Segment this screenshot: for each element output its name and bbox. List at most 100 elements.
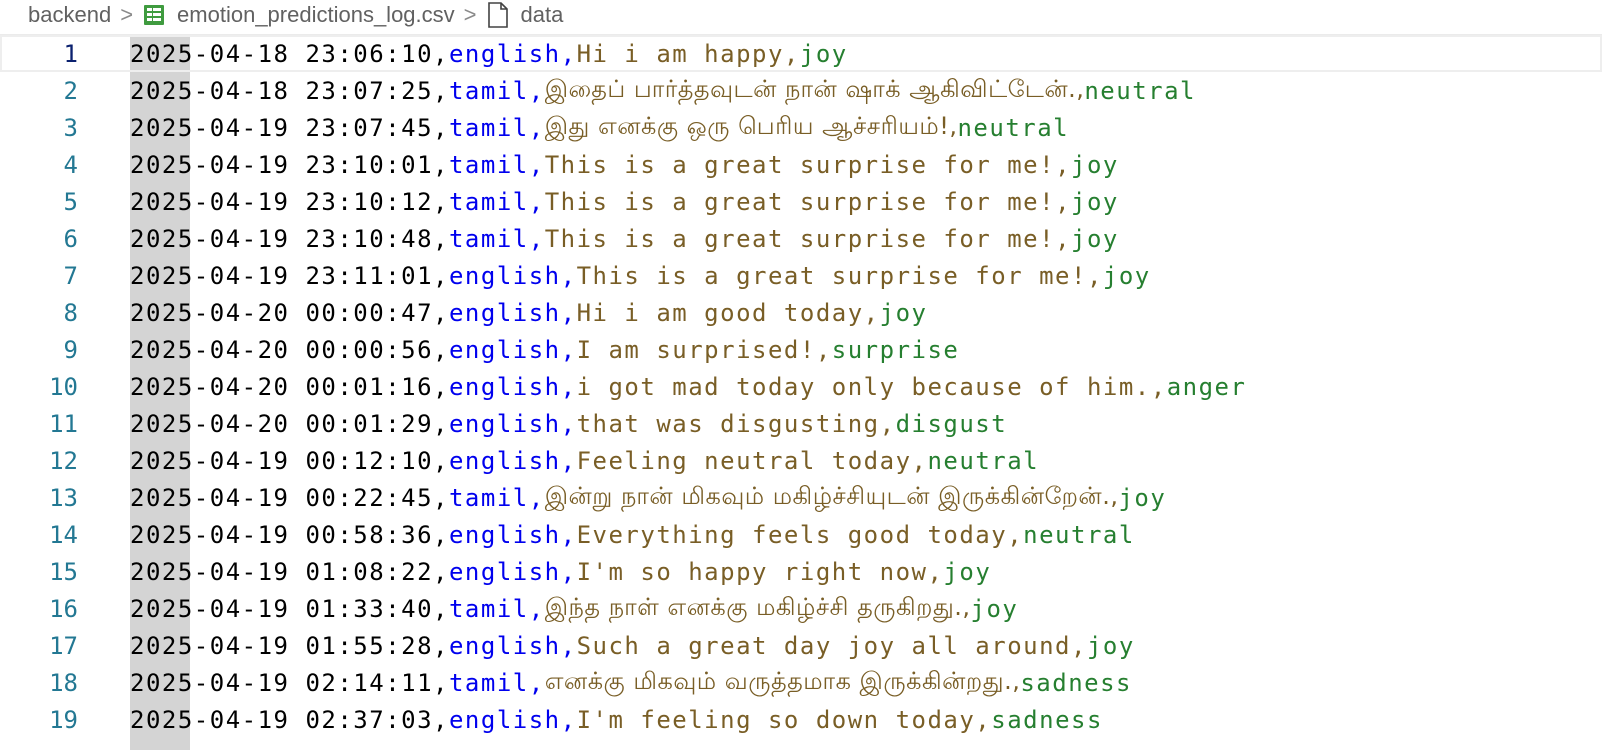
cell-text: This is a great surprise for me!, bbox=[544, 224, 1072, 253]
line-number: 19 bbox=[49, 705, 78, 734]
cell-language: tamil, bbox=[448, 668, 545, 697]
cell-language: english, bbox=[448, 335, 577, 364]
cell-language: tamil, bbox=[448, 113, 545, 142]
cell-emotion: joy bbox=[1102, 261, 1151, 290]
line-number: 2 bbox=[63, 76, 78, 105]
cell-language: english, bbox=[448, 631, 577, 660]
cell-language: tamil, bbox=[448, 594, 545, 623]
line-number: 17 bbox=[49, 631, 78, 660]
cell-timestamp: 2025-04-18 23:07:25, bbox=[130, 76, 449, 105]
line-number: 18 bbox=[49, 668, 78, 697]
line-number: 16 bbox=[49, 594, 78, 623]
line-number: 3 bbox=[63, 113, 78, 142]
line-number: 1 bbox=[63, 39, 78, 68]
cell-language: tamil, bbox=[448, 76, 545, 105]
editor-line[interactable]: 12 2025-04-19 00:12:10, english, Feeling n… bbox=[0, 442, 1602, 479]
cell-text: Hi i am good today, bbox=[576, 298, 880, 327]
cell-text: Everything feels good today, bbox=[576, 520, 1024, 549]
cell-text: This is a great surprise for me!, bbox=[544, 187, 1072, 216]
cell-emotion: joy bbox=[970, 594, 1019, 623]
line-number: 4 bbox=[63, 150, 78, 179]
cell-text: I'm so happy right now, bbox=[576, 557, 944, 586]
cell-emotion: joy bbox=[1086, 631, 1135, 660]
cell-emotion: anger bbox=[1166, 372, 1247, 401]
cell-emotion: joy bbox=[1071, 224, 1119, 253]
cell-emotion: neutral bbox=[957, 113, 1070, 142]
editor-line[interactable]: 19 2025-04-19 02:37:03, english, I'm feeli… bbox=[0, 701, 1602, 738]
line-number: 7 bbox=[63, 261, 78, 290]
editor-line[interactable]: 8 2025-04-20 00:00:47, english, Hi i am go… bbox=[0, 294, 1602, 331]
editor-line[interactable]: 1 2025-04-18 23:06:10, english, Hi i am ha… bbox=[0, 35, 1602, 72]
editor-line[interactable]: 17 2025-04-19 01:55:28, english, Such a gr… bbox=[0, 627, 1602, 664]
cell-emotion: neutral bbox=[927, 446, 1040, 475]
line-number: 11 bbox=[49, 409, 78, 438]
line-content: 2025-04-19 00:12:10, english, Feeling neut… bbox=[130, 447, 1039, 475]
editor-line[interactable]: 13 2025-04-19 00:22:45, tamil, இன்று நான் … bbox=[0, 479, 1602, 516]
cell-language: english, bbox=[448, 372, 577, 401]
editor-line[interactable]: 3 2025-04-19 23:07:45, tamil, இது எனக்கு ஒ… bbox=[0, 109, 1602, 146]
editor-line[interactable]: 18 2025-04-19 02:14:11, tamil, எனக்கு மிகவ… bbox=[0, 664, 1602, 701]
cell-text: that was disgusting, bbox=[576, 409, 896, 438]
line-content: 2025-04-19 23:10:48, tamil, This is a grea… bbox=[130, 225, 1119, 253]
cell-text: Feeling neutral today, bbox=[576, 446, 928, 475]
cell-timestamp: 2025-04-19 01:08:22, bbox=[130, 557, 449, 586]
line-number: 15 bbox=[49, 557, 78, 586]
breadcrumb-file[interactable]: emotion_predictions_log.csv bbox=[143, 2, 455, 28]
line-number: 6 bbox=[63, 224, 78, 253]
line-number: 10 bbox=[49, 372, 78, 401]
editor-line[interactable]: 2 2025-04-18 23:07:25, tamil, இதைப் பார்த்… bbox=[0, 72, 1602, 109]
cell-timestamp: 2025-04-20 00:00:47, bbox=[130, 298, 449, 327]
editor-line[interactable]: 6 2025-04-19 23:10:48, tamil, This is a gr… bbox=[0, 220, 1602, 257]
line-content: 2025-04-20 00:01:29, english, that was dis… bbox=[130, 410, 1007, 438]
cell-timestamp: 2025-04-20 00:00:56, bbox=[130, 335, 449, 364]
cell-language: english, bbox=[448, 39, 577, 68]
line-content: 2025-04-20 00:00:47, english, Hi i am good… bbox=[130, 299, 927, 327]
cell-timestamp: 2025-04-19 00:58:36, bbox=[130, 520, 449, 549]
cell-emotion: sadness bbox=[1020, 668, 1132, 697]
cell-text: I'm feeling so down today, bbox=[576, 705, 992, 734]
line-content: 2025-04-18 23:06:10, english, Hi i am happ… bbox=[130, 40, 848, 68]
line-content: 2025-04-18 23:07:25, tamil, இதைப் பார்த்தவ… bbox=[130, 75, 1196, 106]
cell-timestamp: 2025-04-19 23:07:45, bbox=[130, 113, 449, 142]
cell-text: எனக்கு மிகவும் வருத்தமாக இருக்கின்றது., bbox=[544, 667, 1021, 695]
csv-table-icon bbox=[143, 4, 165, 26]
cell-language: tamil, bbox=[448, 483, 545, 512]
editor-line[interactable]: 16 2025-04-19 01:33:40, tamil, இந்த நாள் எ… bbox=[0, 590, 1602, 627]
editor-line[interactable]: 4 2025-04-19 23:10:01, tamil, This is a gr… bbox=[0, 146, 1602, 183]
line-content: 2025-04-19 01:33:40, tamil, இந்த நாள் எனக்… bbox=[130, 593, 1018, 624]
breadcrumb: backend > emotion_predictions_log.csv > … bbox=[0, 0, 1602, 30]
cell-emotion: joy bbox=[799, 39, 848, 68]
code-editor[interactable]: 1 2025-04-18 23:06:10, english, Hi i am ha… bbox=[0, 35, 1602, 750]
cell-language: english, bbox=[448, 446, 577, 475]
editor-line[interactable]: 14 2025-04-19 00:58:36, english, Everythin… bbox=[0, 516, 1602, 553]
line-number: 12 bbox=[49, 446, 78, 475]
cell-timestamp: 2025-04-19 23:10:01, bbox=[130, 150, 449, 179]
cell-language: english, bbox=[448, 520, 577, 549]
breadcrumb-symbol[interactable]: data bbox=[487, 2, 563, 28]
cell-timestamp: 2025-04-19 00:12:10, bbox=[130, 446, 449, 475]
editor-line[interactable]: 7 2025-04-19 23:11:01, english, This is a … bbox=[0, 257, 1602, 294]
cell-emotion: joy bbox=[943, 557, 992, 586]
editor-line[interactable]: 10 2025-04-20 00:01:16, english, i got mad… bbox=[0, 368, 1602, 405]
editor-line[interactable]: 9 2025-04-20 00:00:56, english, I am surpr… bbox=[0, 331, 1602, 368]
cell-language: english, bbox=[448, 409, 577, 438]
cell-text: This is a great surprise for me!, bbox=[576, 261, 1103, 290]
editor-line[interactable]: 11 2025-04-20 00:01:29, english, that was … bbox=[0, 405, 1602, 442]
file-icon bbox=[487, 2, 509, 28]
line-content: 2025-04-19 00:22:45, tamil, இன்று நான் மிக… bbox=[130, 482, 1166, 513]
line-content: 2025-04-19 23:10:12, tamil, This is a grea… bbox=[130, 188, 1119, 216]
editor-line[interactable]: 5 2025-04-19 23:10:12, tamil, This is a gr… bbox=[0, 183, 1602, 220]
editor-line[interactable]: 15 2025-04-19 01:08:22, english, I'm so ha… bbox=[0, 553, 1602, 590]
line-content: 2025-04-19 01:08:22, english, I'm so happy… bbox=[130, 558, 991, 586]
cell-language: english, bbox=[448, 705, 577, 734]
chevron-right-icon: > bbox=[120, 2, 134, 27]
cell-emotion: joy bbox=[879, 298, 928, 327]
cell-text: இந்த நாள் எனக்கு மகிழ்ச்சி தருகிறது., bbox=[544, 593, 971, 621]
line-content: 2025-04-19 00:58:36, english, Everything f… bbox=[130, 521, 1135, 549]
cell-timestamp: 2025-04-20 00:01:29, bbox=[130, 409, 449, 438]
cell-emotion: neutral bbox=[1084, 76, 1197, 105]
breadcrumb-folder[interactable]: backend bbox=[28, 2, 111, 28]
line-number: 9 bbox=[63, 335, 78, 364]
cell-text: This is a great surprise for me!, bbox=[544, 150, 1072, 179]
cell-timestamp: 2025-04-19 23:11:01, bbox=[130, 261, 449, 290]
